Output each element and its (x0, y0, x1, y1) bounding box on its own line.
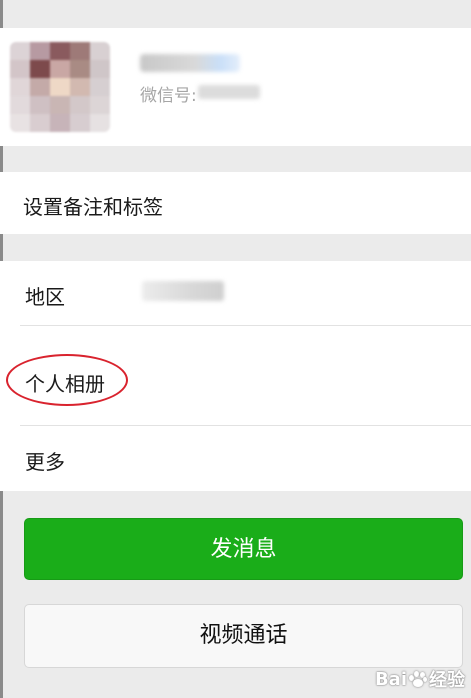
region-label: 地区 (25, 285, 65, 309)
avatar-pixel (50, 60, 70, 78)
nickname-redacted (140, 54, 240, 72)
set-remark-and-tags-row[interactable]: 设置备注和标签 (0, 172, 471, 234)
paw-logo-icon (408, 670, 428, 688)
profile-card[interactable]: 微信号: (0, 28, 471, 146)
watermark-text-left: Bai (374, 668, 407, 690)
more-label: 更多 (25, 450, 65, 474)
avatar-pixel (30, 78, 50, 96)
divider (20, 425, 471, 426)
avatar-pixel (10, 114, 30, 132)
avatar-pixel (50, 78, 70, 96)
avatar-pixel (50, 42, 70, 60)
avatar-pixel (90, 78, 110, 96)
avatar-pixel (90, 42, 110, 60)
baidu-watermark: Bai 经验 (375, 664, 465, 694)
avatar-pixel (10, 42, 30, 60)
avatar-pixel (30, 42, 50, 60)
info-group: 地区 个人相册 更多 (0, 261, 471, 491)
avatar-pixel (10, 60, 30, 78)
avatar-pixel (70, 78, 90, 96)
avatar-pixel (10, 78, 30, 96)
avatar-pixel (90, 60, 110, 78)
personal-album-row[interactable]: 个人相册 (0, 349, 471, 415)
avatar-pixel (90, 96, 110, 114)
set-remark-and-tags-label: 设置备注和标签 (23, 195, 163, 219)
avatar-pixel (70, 96, 90, 114)
avatar-pixel (70, 114, 90, 132)
avatar-pixel (30, 114, 50, 132)
more-row[interactable]: 更多 (0, 427, 471, 493)
avatar-pixel (30, 60, 50, 78)
region-value-redacted (142, 281, 224, 301)
avatar-pixel (50, 96, 70, 114)
avatar-pixel (30, 96, 50, 114)
video-call-button[interactable]: 视频通话 (24, 604, 463, 668)
avatar-pixel (90, 114, 110, 132)
avatar-pixel (70, 60, 90, 78)
watermark-text-right: 经验 (429, 670, 465, 691)
avatar-pixel (70, 42, 90, 60)
personal-album-label: 个人相册 (25, 372, 105, 396)
send-message-button[interactable]: 发消息 (24, 518, 463, 580)
avatar-pixel (50, 114, 70, 132)
region-row: 地区 (0, 261, 471, 327)
wechat-id-label: 微信号: (140, 86, 197, 106)
avatar-pixel (10, 96, 30, 114)
divider (20, 325, 471, 326)
wechat-id-redacted (198, 85, 260, 99)
avatar[interactable] (10, 42, 110, 132)
